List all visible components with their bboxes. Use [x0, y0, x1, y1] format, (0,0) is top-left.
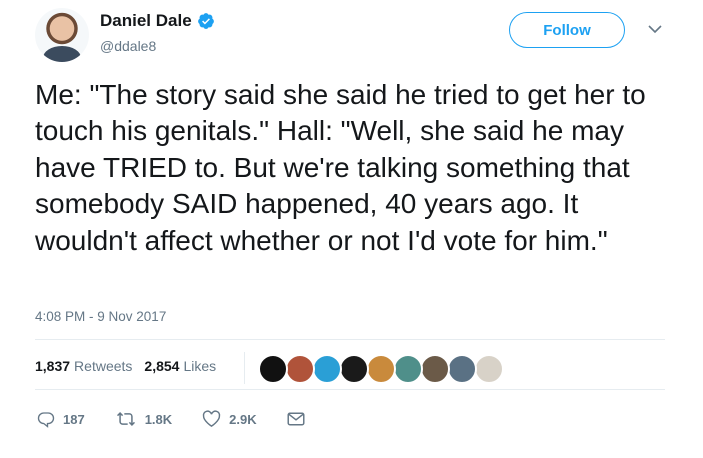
- tweet-timestamp[interactable]: 4:08 PM - 9 Nov 2017: [35, 309, 166, 324]
- likes-label: Likes: [183, 358, 217, 374]
- like-button[interactable]: 2.9K: [202, 410, 257, 428]
- tweet-actions: 187 1.8K 2.9K: [37, 410, 343, 428]
- divider: [35, 339, 665, 340]
- retweets-label: Retweets: [74, 358, 133, 374]
- liker-avatar[interactable]: [339, 354, 369, 384]
- author-avatar[interactable]: [35, 8, 89, 62]
- direct-message-button[interactable]: [287, 411, 313, 427]
- retweet-button[interactable]: 1.8K: [115, 410, 172, 428]
- liker-avatar[interactable]: [393, 354, 423, 384]
- liker-avatar[interactable]: [312, 354, 342, 384]
- reply-count: 187: [63, 411, 85, 427]
- retweets-count: 1,837: [35, 358, 71, 374]
- author-handle[interactable]: @ddale8: [100, 38, 156, 54]
- heart-icon: [202, 410, 221, 427]
- chevron-down-icon[interactable]: [648, 24, 662, 34]
- author-name-row: Daniel Dale: [100, 11, 215, 31]
- envelope-icon: [287, 412, 305, 426]
- liker-avatar[interactable]: [366, 354, 396, 384]
- stats-separator: [244, 352, 245, 384]
- author-name[interactable]: Daniel Dale: [100, 11, 192, 31]
- liker-avatar[interactable]: [447, 354, 477, 384]
- retweets-stat[interactable]: 1,837 Retweets: [35, 358, 132, 374]
- liker-avatar[interactable]: [420, 354, 450, 384]
- liker-avatars: [258, 354, 504, 384]
- liker-avatar[interactable]: [258, 354, 288, 384]
- verified-badge-icon: [197, 13, 214, 29]
- likes-count: 2,854: [144, 358, 180, 374]
- like-action-count: 2.9K: [229, 411, 257, 427]
- liker-avatar[interactable]: [285, 354, 315, 384]
- likes-stat[interactable]: 2,854 Likes: [144, 358, 216, 374]
- engagement-stats: 1,837 Retweets 2,854 Likes: [35, 358, 216, 374]
- liker-avatar[interactable]: [474, 354, 504, 384]
- follow-button[interactable]: Follow: [509, 12, 625, 48]
- tweet-text: Me: "The story said she said he tried to…: [35, 79, 646, 256]
- reply-button[interactable]: 187: [37, 410, 85, 428]
- divider: [35, 389, 665, 390]
- reply-icon: [37, 412, 55, 428]
- retweet-action-count: 1.8K: [144, 411, 173, 427]
- retweet-icon: [116, 411, 135, 427]
